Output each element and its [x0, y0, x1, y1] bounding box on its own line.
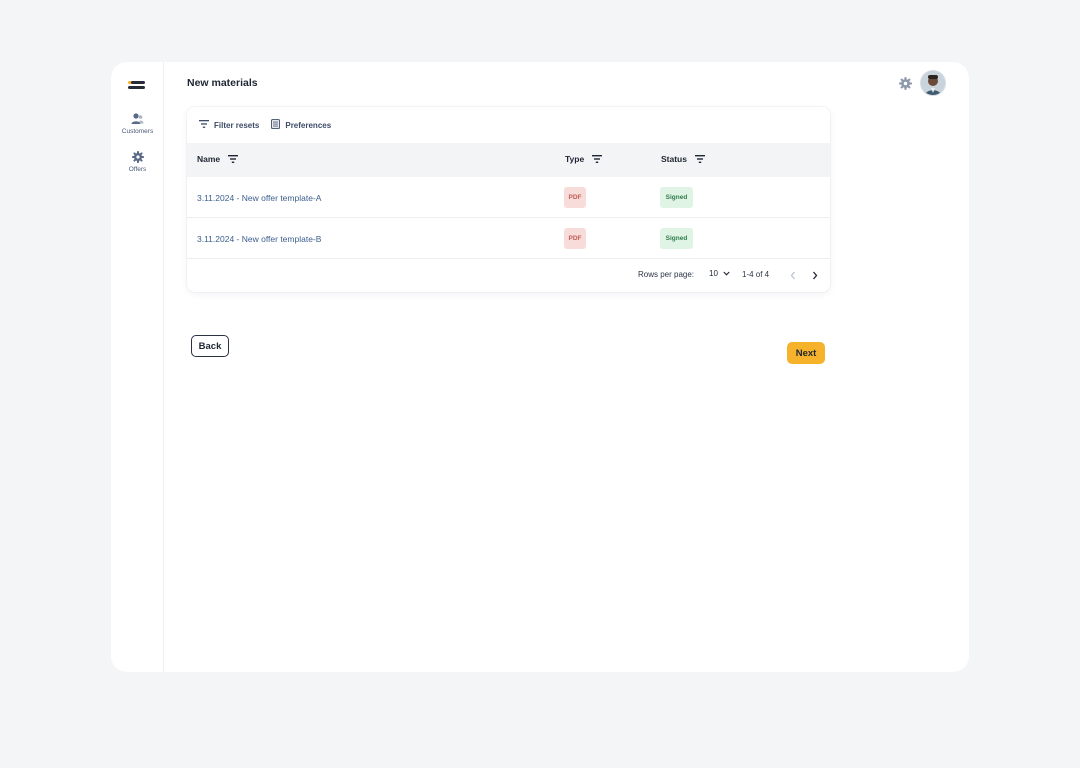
- sidebar-item-offers[interactable]: Offers: [111, 151, 164, 173]
- filter-resets-label: Filter resets: [214, 120, 260, 130]
- preferences-label: Preferences: [285, 120, 332, 130]
- column-header-type: Type: [565, 154, 603, 164]
- column-header-status: Status: [661, 154, 705, 164]
- app-logo[interactable]: [128, 81, 145, 91]
- type-badge: PDF: [564, 187, 586, 208]
- chevron-right-icon[interactable]: [810, 270, 820, 280]
- pagination-range: 1-4 of 4: [742, 270, 770, 279]
- sidebar-item-customers[interactable]: Customers: [111, 113, 164, 135]
- material-name-link[interactable]: 3.11.2024 - New offer template-B: [197, 234, 321, 244]
- status-badge: Signed: [660, 228, 693, 249]
- table-row[interactable]: 3.11.2024 - New offer template-B PDF Sig…: [187, 219, 830, 259]
- chevron-left-icon[interactable]: [788, 270, 798, 280]
- back-button[interactable]: Back: [191, 335, 229, 357]
- column-header-name: Name: [197, 154, 239, 164]
- sidebar: Customers Offers: [111, 62, 164, 672]
- avatar[interactable]: [920, 70, 946, 96]
- table-icon: [271, 119, 281, 131]
- column-status-label: Status: [661, 154, 687, 164]
- rows-per-page-label: Rows per page:: [638, 270, 695, 279]
- filter-icon[interactable]: [592, 155, 603, 163]
- type-badge: PDF: [564, 228, 586, 249]
- table-row[interactable]: 3.11.2024 - New offer template-A PDF Sig…: [187, 178, 830, 218]
- sidebar-item-label: Offers: [128, 166, 147, 173]
- rows-per-page-select[interactable]: 10: [709, 269, 730, 278]
- column-name-label: Name: [197, 154, 221, 164]
- filter-icon[interactable]: [694, 155, 705, 163]
- app-window: Customers Offers New materials Filter re…: [111, 62, 969, 672]
- settings-gear-icon[interactable]: [899, 77, 912, 90]
- status-badge: Signed: [660, 187, 693, 208]
- next-button[interactable]: Next: [787, 342, 825, 364]
- rows-per-page-value: 10: [709, 269, 718, 278]
- chevron-down-icon: [723, 269, 730, 278]
- users-icon: [131, 113, 144, 125]
- table-toolbar: Filter resets Preferences: [199, 119, 331, 131]
- filter-resets-button[interactable]: Filter resets: [199, 119, 259, 131]
- sidebar-item-label: Customers: [121, 128, 154, 135]
- column-type-label: Type: [565, 154, 585, 164]
- filter-icon[interactable]: [228, 155, 239, 163]
- material-name-link[interactable]: 3.11.2024 - New offer template-A: [197, 193, 321, 203]
- preferences-button[interactable]: Preferences: [271, 119, 331, 131]
- filter-icon: [199, 120, 209, 130]
- materials-card: Filter resets Preferences Name Type Stat…: [187, 107, 830, 292]
- table-header: Name Type Status: [187, 143, 830, 177]
- gear-icon: [131, 151, 144, 163]
- page-title: New materials: [187, 77, 258, 89]
